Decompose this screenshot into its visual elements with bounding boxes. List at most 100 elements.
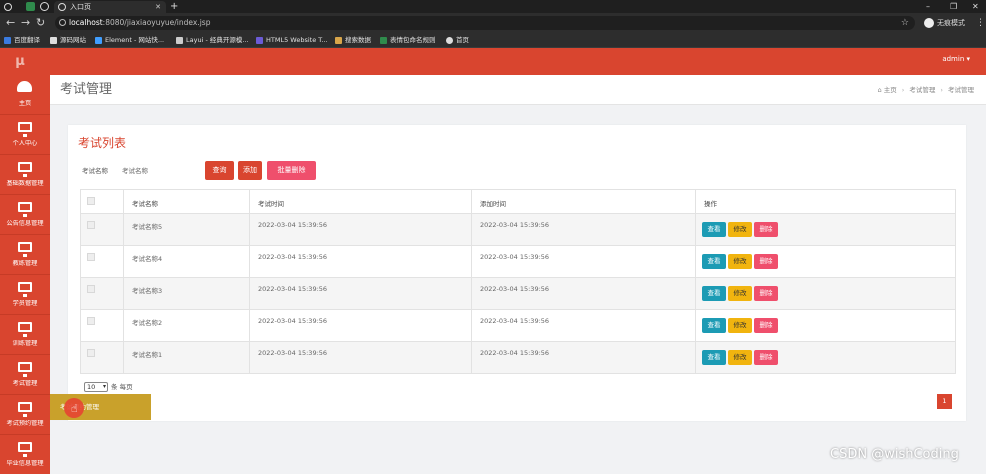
bookmark-item[interactable]: Layui - 经典开源模... (176, 33, 249, 48)
page-button-current[interactable]: 1 (937, 394, 952, 409)
address-bar[interactable]: localhost:8080/jiaxiaoyuyue/index.jsp ☆ (55, 16, 915, 30)
user-menu[interactable]: admin ▾ (942, 48, 970, 70)
bookmark-star-icon[interactable]: ☆ (901, 16, 909, 30)
chevron-right-icon: › (940, 86, 943, 94)
sidebar-item-graduation[interactable]: 毕业信息管理 (0, 435, 50, 474)
row-checkbox[interactable] (87, 253, 95, 261)
sidebar-item-label: 公告信息管理 (6, 220, 44, 227)
bulk-delete-button[interactable]: 批量删除 (267, 161, 316, 180)
bookmarks-bar: 百度翻译 源码网站 Element - 网站快... Layui - 经典开源模… (0, 33, 986, 48)
close-tab-icon[interactable]: ✕ (155, 1, 161, 13)
delete-button[interactable]: 删除 (754, 222, 778, 237)
bookmark-item[interactable]: 百度翻译 (4, 33, 40, 48)
row-actions: 查看 修改 删除 (702, 278, 792, 309)
table-row: 考试名称4 2022-03-04 15:39:56 2022-03-04 15:… (80, 246, 956, 278)
back-arrow-icon[interactable]: ← (6, 16, 15, 30)
bookmark-item[interactable]: 源码网站 (50, 33, 86, 48)
bookmark-item[interactable]: 表情包命名规则 (380, 33, 436, 48)
monitor-icon (18, 282, 32, 297)
view-button[interactable]: 查看 (702, 318, 726, 333)
screen: 入口页 ✕ + – ❐ ✕ ← → ↻ localhost:8080/jiaxi… (0, 0, 986, 474)
query-button[interactable]: 查询 (205, 161, 234, 180)
folder-icon (50, 37, 57, 44)
incognito-profile[interactable]: 无痕模式 (924, 16, 965, 30)
add-time-cell: 2022-03-04 15:39:56 (472, 214, 696, 245)
card-title: 考试列表 (78, 136, 127, 150)
bookmark-label: 百度翻译 (14, 36, 40, 44)
menu-kebab-icon[interactable]: ⋮ (976, 16, 985, 30)
sidebar-item-exam[interactable]: 考试管理 (0, 355, 50, 395)
sidebar-item-exam-booking[interactable]: 考试预约管理 (0, 395, 50, 435)
sidebar-item-personal-center[interactable]: 个人中心 (0, 115, 50, 155)
browser-tab-inactive[interactable] (0, 1, 20, 13)
bookmark-item[interactable]: HTML5 Website T... (256, 33, 328, 48)
view-button[interactable]: 查看 (702, 254, 726, 269)
delete-button[interactable]: 删除 (754, 254, 778, 269)
exam-time-cell: 2022-03-04 15:39:56 (250, 310, 472, 341)
breadcrumb-home[interactable]: ⌂ 主页 (878, 86, 897, 94)
monitor-icon (18, 202, 32, 217)
row-actions: 查看 修改 删除 (702, 310, 792, 341)
delete-button[interactable]: 删除 (754, 318, 778, 333)
bookmark-icon (95, 37, 102, 44)
sidebar-item-home[interactable]: 主页 (0, 75, 50, 115)
reload-icon[interactable]: ↻ (36, 16, 45, 30)
bookmark-icon (380, 37, 387, 44)
header-checkbox-cell (80, 190, 124, 213)
row-checkbox[interactable] (87, 285, 95, 293)
sidebar: 主页 个人中心 基础数据管理 公告信息管理 教练管理 学员管理 训练管理 考试管… (0, 75, 50, 474)
sheets-tab-icon[interactable] (26, 2, 35, 11)
info-icon[interactable] (59, 19, 66, 26)
globe-tab-icon[interactable] (40, 2, 49, 11)
sidebar-item-label: 考试预约管理 (6, 420, 44, 427)
add-time-cell: 2022-03-04 15:39:56 (472, 246, 696, 277)
exam-name-cell: 考试名称5 (124, 214, 250, 245)
view-button[interactable]: 查看 (702, 350, 726, 365)
delete-button[interactable]: 删除 (754, 350, 778, 365)
bookmark-label: HTML5 Website T... (266, 36, 328, 44)
sidebar-item-label: 个人中心 (12, 140, 38, 147)
bookmark-label: 表情包命名规则 (390, 36, 436, 44)
sidebar-item-training[interactable]: 训练管理 (0, 315, 50, 355)
exam-time-cell: 2022-03-04 15:39:56 (250, 214, 472, 245)
delete-button[interactable]: 删除 (754, 286, 778, 301)
bookmark-item[interactable]: Element - 网站快... (95, 33, 164, 48)
main-content: 考试管理 ⌂ 主页 › 考试管理 › 考试管理 考试列表 考试名称 查询 添加 批量删除… (50, 75, 986, 474)
bookmark-icon (335, 37, 342, 44)
select-all-checkbox[interactable] (87, 197, 95, 205)
watermark: CSDN @wishCoding (830, 447, 959, 462)
sidebar-item-coach[interactable]: 教练管理 (0, 235, 50, 275)
add-button[interactable]: 添加 (238, 161, 262, 180)
view-button[interactable]: 查看 (702, 286, 726, 301)
edit-button[interactable]: 修改 (728, 254, 752, 269)
page-size-select[interactable]: 10 (84, 382, 108, 392)
browser-toolbar: ← → ↻ localhost:8080/jiaxiaoyuyue/index.… (0, 13, 986, 33)
exam-time-cell: 2022-03-04 15:39:56 (250, 278, 472, 309)
search-input[interactable] (116, 162, 198, 180)
new-tab-button[interactable]: + (170, 0, 178, 13)
edit-button[interactable]: 修改 (728, 222, 752, 237)
edit-button[interactable]: 修改 (728, 286, 752, 301)
sidebar-item-basic-data[interactable]: 基础数据管理 (0, 155, 50, 195)
edit-button[interactable]: 修改 (728, 318, 752, 333)
edit-button[interactable]: 修改 (728, 350, 752, 365)
minimize-button[interactable]: – (926, 0, 930, 13)
bookmark-item[interactable]: 首页 (446, 33, 469, 48)
browser-tab-active[interactable]: 入口页 ✕ (54, 1, 166, 13)
checkbox-cell (80, 278, 124, 309)
breadcrumb-item[interactable]: 考试管理 (909, 86, 935, 94)
sidebar-item-notice[interactable]: 公告信息管理 (0, 195, 50, 235)
row-checkbox[interactable] (87, 349, 95, 357)
header-cell: 考试名称 (124, 190, 250, 213)
view-button[interactable]: 查看 (702, 222, 726, 237)
dashboard-icon (17, 81, 32, 92)
row-checkbox[interactable] (87, 221, 95, 229)
exam-name-cell: 考试名称3 (124, 278, 250, 309)
monitor-icon (18, 402, 32, 417)
restore-button[interactable]: ❐ (950, 0, 957, 13)
window-close-button[interactable]: ✕ (972, 0, 979, 13)
row-checkbox[interactable] (87, 317, 95, 325)
bookmark-item[interactable]: 搜索数据 (335, 33, 371, 48)
forward-arrow-icon[interactable]: → (21, 16, 30, 30)
sidebar-item-student[interactable]: 学员管理 (0, 275, 50, 315)
